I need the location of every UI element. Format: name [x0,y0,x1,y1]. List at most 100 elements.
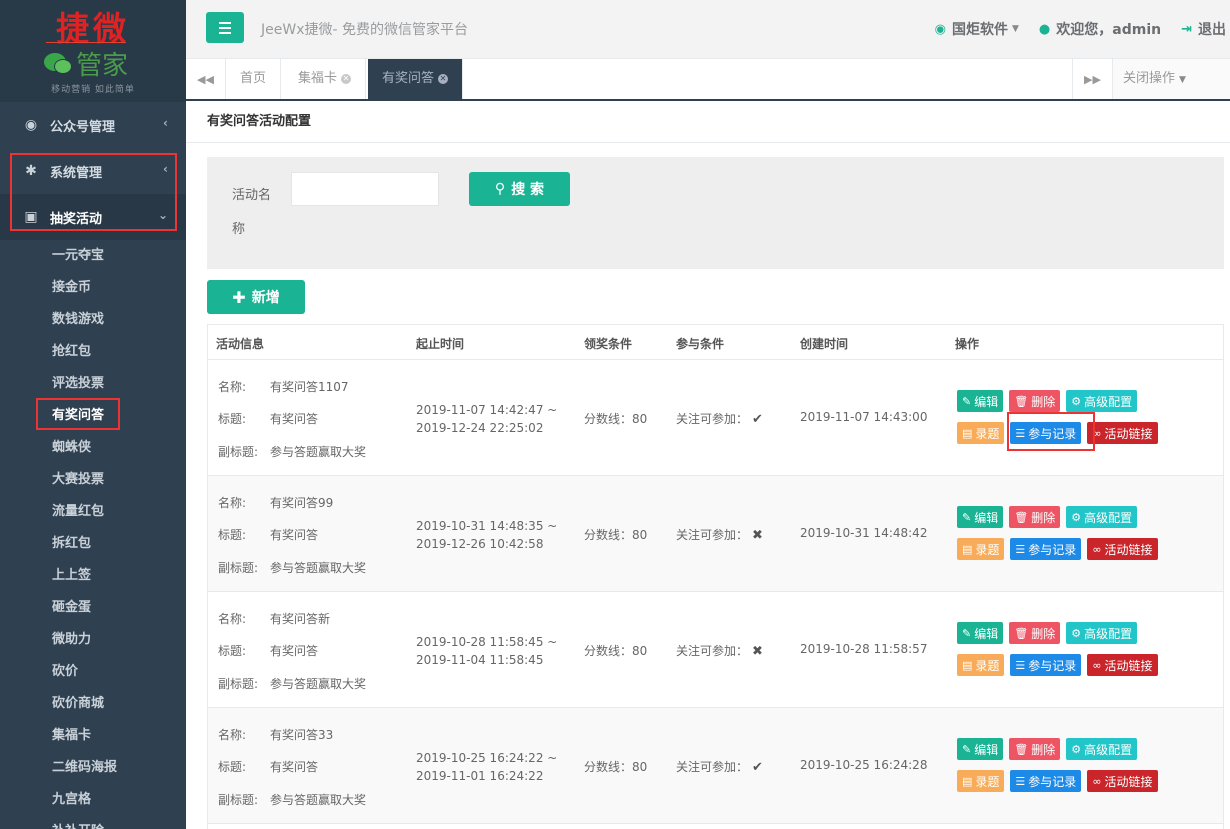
sidebar-item[interactable]: 接金币 [0,272,186,304]
tab-quiz[interactable]: 有奖问答 ✕ [368,59,464,99]
end-time: 2019-11-04 11:58:45 [416,653,544,667]
gears-icon: ⚙ [1071,626,1082,640]
delete-button[interactable]: 🗑 删除 [1009,622,1061,644]
join-condition: 关注可参加： ✖ [676,526,763,543]
start-time: 2019-10-25 16:24:22 ~ [416,751,558,765]
nav-group-system[interactable]: ✱ 系统管理 ‹ [0,148,186,194]
info-label: 名称: [218,728,247,742]
info-label: 名称: [218,380,247,394]
activity-title: 有奖问答 [270,528,319,542]
menu-toggle-button[interactable] [206,12,244,43]
search-input[interactable] [291,172,439,206]
delete-button[interactable]: 🗑 删除 [1009,390,1061,412]
sidebar-item[interactable]: 抢红包 [0,336,186,368]
edit-button[interactable]: ✎ 编辑 [957,506,1004,528]
sidebar-item[interactable]: 一元夺宝 [0,240,186,272]
sidebar-item[interactable]: 评选投票 [0,368,186,400]
activity-link-button[interactable]: ∞ 活动链接 [1087,538,1158,560]
tab-scroll-right-button[interactable]: ▶▶ [1072,59,1112,99]
sidebar-item[interactable]: 大赛投票 [0,464,186,496]
caret-down-icon: ▼ [1012,24,1019,34]
advanced-config-button[interactable]: ⚙ 高级配置 [1066,622,1138,644]
participation-record-button[interactable]: ☰ 参与记录 [1010,538,1082,560]
sidebar-item[interactable]: 蜘蛛侠 [0,432,186,464]
sidebar-item[interactable]: 流量红包 [0,496,186,528]
sidebar-item[interactable]: 砍价 [0,656,186,688]
delete-button[interactable]: 🗑 删除 [1009,738,1061,760]
activity-link-button[interactable]: ∞ 活动链接 [1087,654,1158,676]
list-icon: ☰ [1015,658,1026,672]
nav-group-lottery[interactable]: ▣ 抽奖活动 ⌄ [0,194,186,240]
btn-label: 编辑 [974,510,999,525]
activity-link-button[interactable]: ∞ 活动链接 [1087,770,1158,792]
edit-button[interactable]: ✎ 编辑 [957,622,1004,644]
advanced-config-button[interactable]: ⚙ 高级配置 [1066,390,1138,412]
sidebar-item[interactable]: 上上签 [0,560,186,592]
tab-label: 有奖问答 [382,71,435,86]
participation-record-button[interactable]: ☰ 参与记录 [1010,654,1082,676]
logout-label: 退出 [1198,22,1226,38]
edit-button[interactable]: ✎ 编辑 [957,738,1004,760]
chevron-down-icon: ⌄ [157,208,168,222]
start-time: 2019-10-31 14:48:35 ~ [416,519,558,533]
award-condition: 分数线：80 [584,644,648,658]
close-icon[interactable]: ✕ [341,73,352,84]
btn-label: 参与记录 [1028,426,1077,441]
close-icon[interactable]: ✕ [438,73,449,84]
created-time: 2019-10-25 16:24:28 [800,758,928,772]
activity-link-button[interactable]: ∞ 活动链接 [1087,422,1158,444]
sidebar-item[interactable]: 微助力 [0,624,186,656]
sidebar-item[interactable]: 砍价商城 [0,688,186,720]
participation-record-button[interactable]: ☰ 参与记录 [1010,770,1082,792]
record-question-button[interactable]: ▤ 录题 [957,770,1005,792]
join-condition: 关注可参加： ✔ [676,410,763,427]
search-button[interactable]: ⚲ 搜 索 [469,172,570,206]
btn-label: 录题 [975,658,1000,673]
btn-label: 删除 [1031,626,1056,641]
sidebar-item[interactable]: 补补开除 [0,816,186,829]
btn-label: 录题 [975,426,1000,441]
logo: 捷微 管家 移动营销 如此简单 [0,0,186,102]
record-question-button[interactable]: ▤ 录题 [957,538,1005,560]
user-menu[interactable]: ● 欢迎您，admin [1039,19,1161,39]
join-label: 关注可参加： [676,412,749,426]
sidebar-item[interactable]: 九宫格 [0,784,186,816]
record-question-button[interactable]: ▤ 录题 [957,422,1005,444]
info-label: 副标题: [218,677,259,691]
add-button-label: 新增 [251,290,280,306]
wechat-logo-icon [44,51,74,75]
add-button[interactable]: ✚ 新增 [207,280,305,314]
table-row: 名称: 有奖问答99 标题: 有奖问答 副标题: 参与答题赢取大奖 2019-1… [208,476,1223,592]
tab-jifuka[interactable]: 集福卡 ✕ [284,59,367,99]
btn-label: 高级配置 [1084,510,1133,525]
advanced-config-button[interactable]: ⚙ 高级配置 [1066,738,1138,760]
edit-button[interactable]: ✎ 编辑 [957,390,1004,412]
participation-record-button[interactable]: ☰ 参与记录 [1010,422,1082,444]
delete-button[interactable]: 🗑 删除 [1009,506,1061,528]
gear-icon: ✱ [25,163,37,179]
nav-group-wechat[interactable]: ◉ 公众号管理 ‹ [0,102,186,148]
sidebar-item[interactable]: 砸金蛋 [0,592,186,624]
tab-home[interactable]: 首页 [226,59,282,99]
close-operations-menu[interactable]: 关闭操作 ▼ [1112,59,1230,99]
btn-label: 活动链接 [1104,658,1153,673]
sidebar-item[interactable]: 二维码海报 [0,752,186,784]
record-question-button[interactable]: ▤ 录题 [957,654,1005,676]
info-label: 标题: [218,412,247,426]
sidebar-item[interactable]: 数钱游戏 [0,304,186,336]
software-menu[interactable]: ◉ 国炬软件 ▼ [935,19,1019,39]
info-label: 标题: [218,528,247,542]
save-icon: ▤ [962,774,973,788]
btn-label: 参与记录 [1028,774,1077,789]
trash-icon: 🗑 [1014,626,1029,640]
wechat-icon: ◉ [934,21,946,37]
sidebar-item[interactable]: 集福卡 [0,720,186,752]
tab-scroll-left-button[interactable]: ◀◀ [186,59,226,99]
sidebar-item-active[interactable]: 有奖问答 [0,400,186,432]
activity-title: 有奖问答 [270,644,319,658]
advanced-config-button[interactable]: ⚙ 高级配置 [1066,506,1138,528]
sidebar-item[interactable]: 拆红包 [0,528,186,560]
logout-link[interactable]: ⇥ 退出 [1181,19,1226,39]
tab-bar: ◀◀ 首页 集福卡 ✕ 有奖问答 ✕ ▶▶ 关闭操作 ▼ [186,59,1230,101]
activity-subtitle: 参与答题赢取大奖 [270,793,367,807]
